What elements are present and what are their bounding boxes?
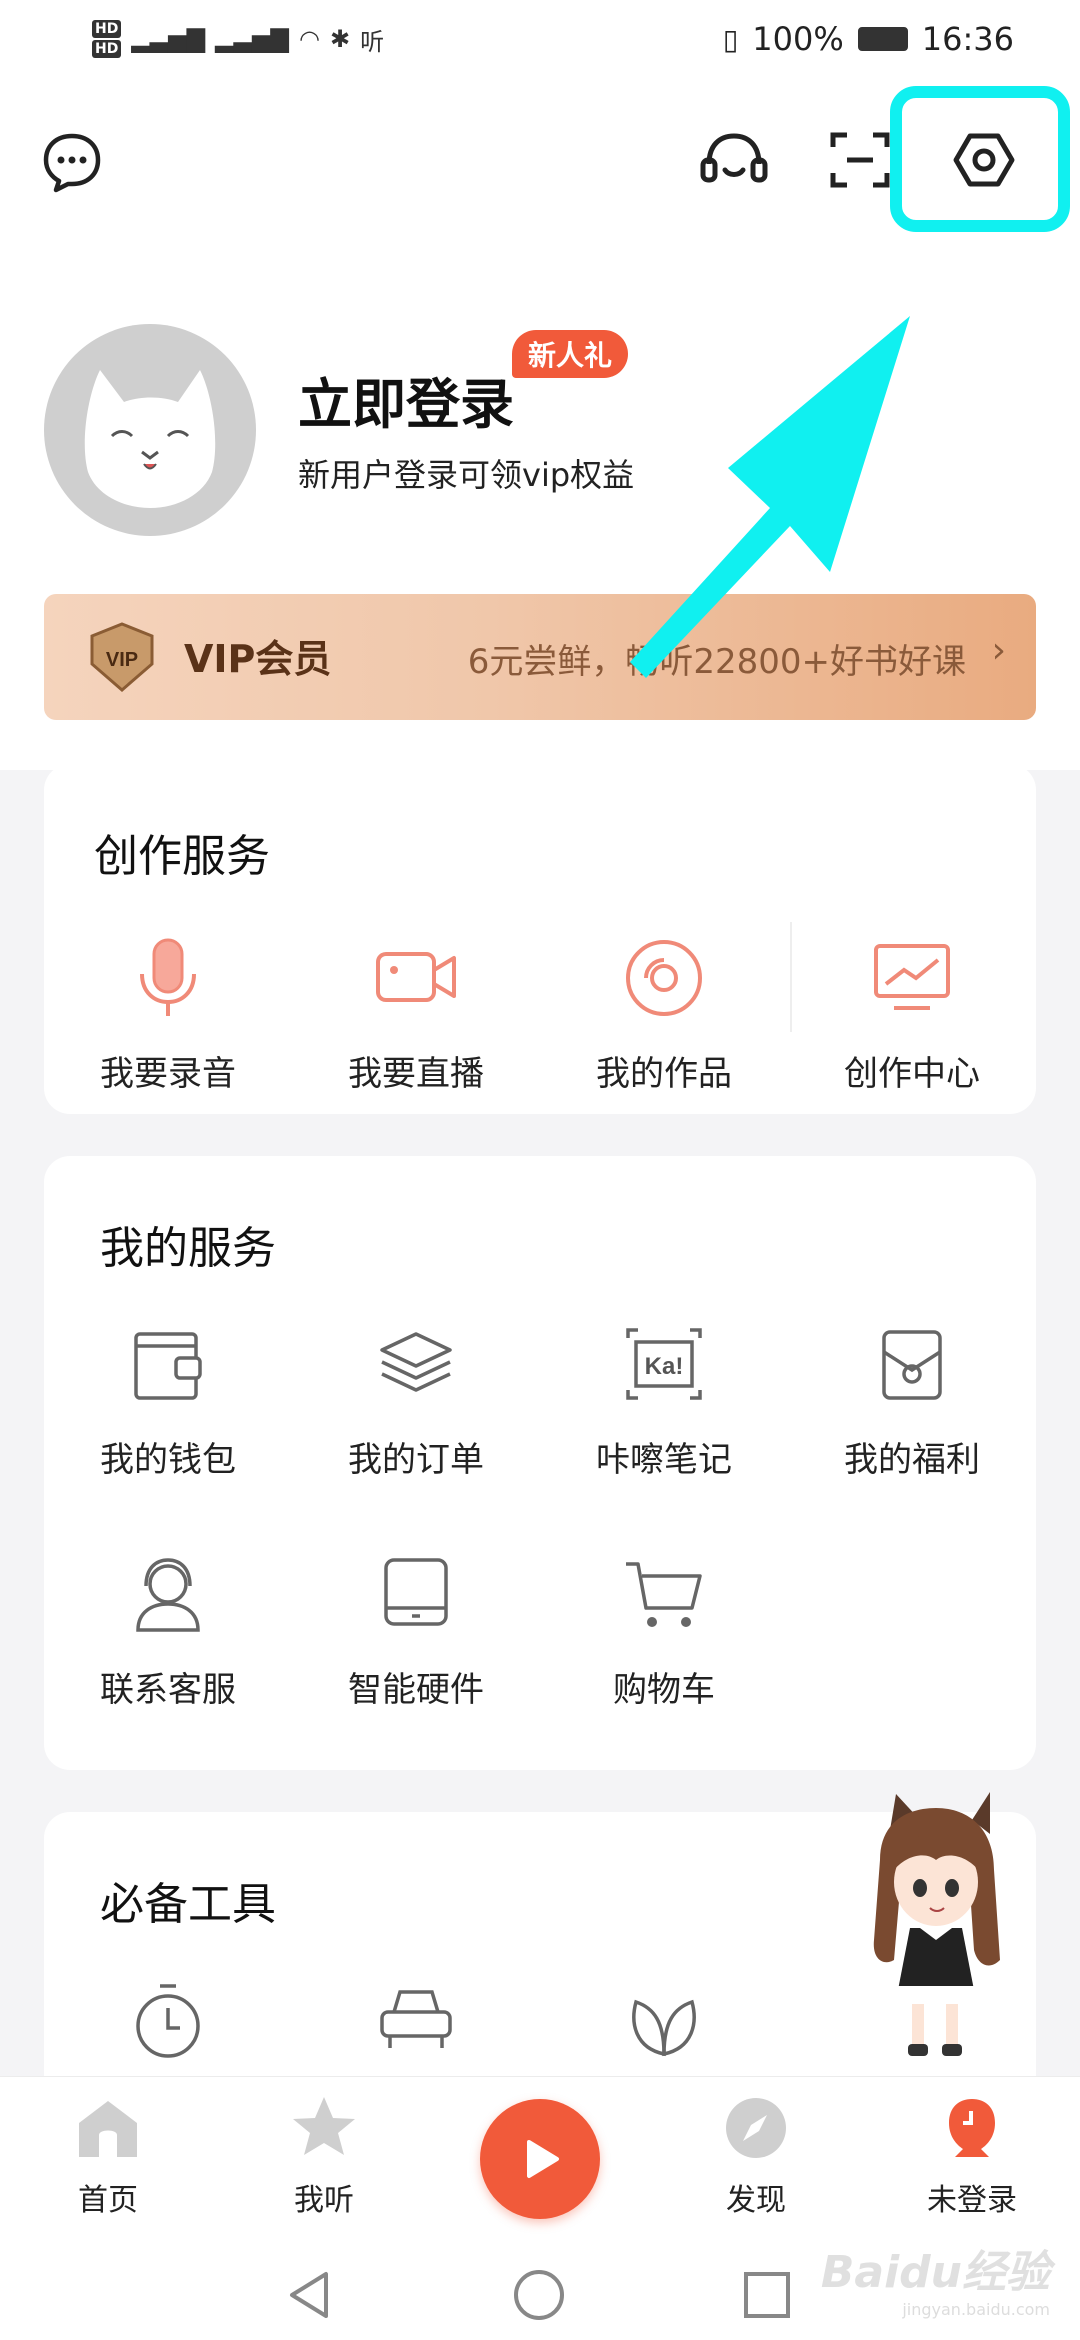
customer-service-icon — [136, 1558, 200, 1632]
creation-item-center[interactable]: 创作中心 — [788, 930, 1036, 1095]
service-item-label: 我的钱包 — [100, 1440, 236, 1480]
creation-card-title: 创作服务 — [94, 831, 270, 882]
battery-percent: 100% — [752, 20, 844, 58]
vibrate-icon: ▯ — [722, 22, 739, 56]
my-services-card: 我的服务 我的钱包 我的订单 Ka! 咔嚓笔记 我的福利 联系客服 智能硬件 购… — [44, 1156, 1036, 1770]
tab-discover[interactable]: 发现 — [666, 2093, 846, 2219]
mascot-icon — [873, 1792, 1000, 2056]
cat-avatar-icon — [84, 370, 216, 508]
service-item-label: 我的订单 — [348, 1440, 484, 1480]
creation-item-works[interactable]: 我的作品 — [540, 930, 788, 1095]
wallet-icon — [134, 1332, 202, 1400]
vip-title: VIP会员 — [184, 637, 332, 681]
home-icon — [79, 2101, 137, 2157]
message-button[interactable] — [30, 120, 114, 204]
compass-icon — [726, 2098, 786, 2158]
new-user-gift-badge: 新人礼 — [512, 330, 629, 378]
service-item-contact[interactable]: 联系客服 — [44, 1546, 292, 1711]
avatar[interactable] — [44, 324, 256, 536]
service-item-hardware[interactable]: 智能硬件 — [292, 1546, 540, 1711]
tool-item-car[interactable] — [292, 1972, 540, 2068]
bluetooth-icon: ✱ — [329, 25, 351, 53]
tab-label: 我听 — [294, 2183, 354, 2218]
tool-item-leaf[interactable] — [540, 1972, 788, 2068]
bottom-tab-bar: 首页 我听 发现 未登录 — [0, 2076, 1080, 2247]
vip-shield-icon: VIP — [90, 622, 154, 692]
vip-badge-text: VIP — [106, 649, 138, 671]
tab-home[interactable]: 首页 — [18, 2093, 198, 2219]
headset-icon — [700, 133, 768, 183]
service-item-orders[interactable]: 我的订单 — [292, 1316, 540, 1481]
tab-label: 首页 — [78, 2183, 138, 2218]
watermark-text: Baidu经验 — [820, 2247, 1050, 2298]
chat-bubble-icon — [43, 133, 101, 193]
car-icon — [380, 1990, 452, 2048]
gift-box-icon — [882, 1330, 942, 1400]
recent-apps-icon[interactable] — [742, 2270, 792, 2320]
home-nav-icon[interactable] — [512, 2268, 566, 2322]
creation-item-record[interactable]: 我要录音 — [44, 930, 292, 1095]
settings-highlight-box — [890, 86, 1070, 232]
battery-icon — [857, 27, 908, 51]
disc-icon — [626, 940, 702, 1016]
status-bar: HD HD ▂▃▅▇ ▂▃▅▇ ◠ ✱ 听 ▯ 100% 16:36 — [0, 0, 1080, 80]
service-item-label: 我的福利 — [844, 1440, 980, 1480]
monitor-chart-icon — [874, 944, 950, 1010]
ka-note-icon: Ka! — [626, 1328, 702, 1400]
tab-label: 发现 — [726, 2183, 786, 2218]
status-left-text: 听 — [360, 27, 385, 56]
creation-item-label: 我要直播 — [348, 1054, 484, 1094]
service-item-label: 智能硬件 — [348, 1670, 484, 1710]
leaf-icon — [632, 1999, 696, 2057]
cart-icon — [626, 1562, 702, 1627]
customer-service-button[interactable] — [692, 118, 776, 202]
tab-label: 未登录 — [927, 2183, 1017, 2218]
service-item-cart[interactable]: 购物车 — [540, 1546, 788, 1711]
status-left: HD HD ▂▃▅▇ ▂▃▅▇ ◠ ✱ 听 — [92, 14, 384, 64]
creation-item-label: 我的作品 — [596, 1054, 732, 1094]
hd-icon: HD HD — [92, 19, 122, 59]
status-right: ▯ 100% 16:36 — [723, 14, 1014, 64]
star-icon — [293, 2097, 355, 2155]
video-camera-icon — [376, 952, 456, 1002]
service-item-wallet[interactable]: 我的钱包 — [44, 1316, 292, 1481]
mascot-girl-image[interactable] — [850, 1790, 1020, 2070]
service-item-welfare[interactable]: 我的福利 — [788, 1316, 1036, 1481]
service-item-label: 咔嚓笔记 — [596, 1440, 732, 1480]
timer-icon — [136, 1984, 200, 2058]
tab-me[interactable]: 未登录 — [882, 2093, 1062, 2219]
login-subtitle: 新用户登录可领vip权益 — [298, 456, 635, 494]
device-icon — [384, 1558, 448, 1626]
wifi-icon: ◠ — [299, 25, 320, 53]
baidu-watermark: Baidu经验 jingyan.baidu.com — [821, 2236, 1050, 2319]
annotation-arrow-icon — [630, 316, 910, 678]
watermark-url: jingyan.baidu.com — [902, 2300, 1050, 2319]
creation-item-label: 创作中心 — [844, 1054, 980, 1094]
login-title[interactable]: 立即登录 — [298, 360, 514, 439]
creation-services-card: 创作服务 我要录音 我要直播 我的作品 创作中心 — [44, 764, 1036, 1114]
signal-icon-2: ▂▃▅▇ — [215, 25, 289, 53]
service-item-notes[interactable]: Ka! 咔嚓笔记 — [540, 1316, 788, 1481]
layers-icon — [380, 1332, 452, 1392]
scan-icon — [830, 132, 890, 188]
creation-item-label: 我要录音 — [100, 1054, 236, 1094]
signal-icon: ▂▃▅▇ — [131, 25, 206, 53]
user-icon — [949, 2099, 995, 2157]
service-item-label: 购物车 — [613, 1670, 715, 1710]
tools-card-title: 必备工具 — [100, 1879, 276, 1930]
creation-item-live[interactable]: 我要直播 — [292, 930, 540, 1095]
microphone-icon — [140, 938, 196, 1016]
play-icon — [527, 2140, 559, 2178]
back-icon[interactable] — [284, 2268, 334, 2322]
play-button[interactable] — [480, 2099, 600, 2219]
service-item-label: 联系客服 — [100, 1670, 236, 1710]
chevron-right-icon: › — [991, 630, 1006, 671]
tab-listen[interactable]: 我听 — [234, 2093, 414, 2219]
ka-note-icon-text: Ka! — [645, 1353, 684, 1380]
clock-time: 16:36 — [921, 20, 1014, 58]
tool-item-timer[interactable] — [44, 1972, 292, 2068]
services-card-title: 我的服务 — [100, 1223, 276, 1274]
